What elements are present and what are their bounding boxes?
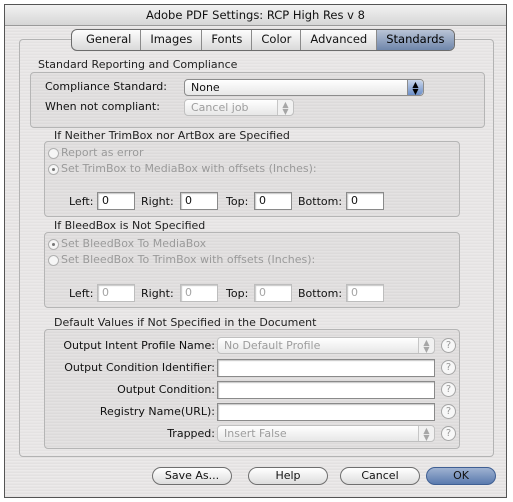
bleedbox-set-trimbox-label: Set BleedBox To TrimBox with offsets (In… xyxy=(61,253,316,266)
output-condition-id-label: Output Condition Identifier: xyxy=(64,361,215,374)
standards-group: Compliance Standard: None ▲ ▼ When not co… xyxy=(30,72,485,128)
compliance-standard-popup[interactable]: None ▲ ▼ xyxy=(184,79,424,96)
help-icon[interactable]: ? xyxy=(441,338,456,353)
cancel-button[interactable]: Cancel xyxy=(340,467,420,485)
popup-arrows-icon: ▲ ▼ xyxy=(277,100,293,116)
trimbox-set-mediabox-radio[interactable] xyxy=(48,164,59,175)
noncompliant-value: Cancel job xyxy=(191,101,249,114)
bleedbox-set-trimbox-radio[interactable] xyxy=(48,255,59,266)
defaults-group: Output Intent Profile Name: No Default P… xyxy=(44,329,460,449)
registry-name-label: Registry Name(URL): xyxy=(99,405,215,418)
help-icon[interactable]: ? xyxy=(441,404,456,419)
output-condition-id-field[interactable] xyxy=(217,359,435,377)
registry-name-field[interactable] xyxy=(217,403,435,421)
tab-images[interactable]: Images xyxy=(140,30,201,50)
help-icon[interactable]: ? xyxy=(441,382,456,397)
help-icon[interactable]: ? xyxy=(441,426,456,441)
ok-button[interactable]: OK xyxy=(426,467,496,485)
trimbox-left-field[interactable]: 0 xyxy=(97,192,135,210)
compliance-standard-value: None xyxy=(191,81,220,94)
standards-panel: Standard Reporting and Compliance Compli… xyxy=(19,39,494,457)
tab-color[interactable]: Color xyxy=(251,30,300,50)
bleedbox-top-field[interactable]: 0 xyxy=(254,284,292,302)
tab-bar: General Images Fonts Color Advanced Stan… xyxy=(71,29,455,51)
trimbox-report-error-radio[interactable] xyxy=(48,148,59,159)
trimbox-bottom-field[interactable]: 0 xyxy=(346,192,384,210)
bleedbox-set-mediabox-radio[interactable] xyxy=(48,239,59,250)
trimbox-report-error-label: Report as error xyxy=(61,146,144,159)
pdf-settings-dialog: Adobe PDF Settings: RCP High Res v 8 Sta… xyxy=(4,4,507,498)
trimbox-set-mediabox-label: Set TrimBox to MediaBox with offsets (In… xyxy=(61,162,317,175)
trimbox-top-field[interactable]: 0 xyxy=(254,192,292,210)
bleedbox-bottom-field[interactable]: 0 xyxy=(346,284,384,302)
window-title: Adobe PDF Settings: RCP High Res v 8 xyxy=(5,5,506,26)
bleedbox-set-mediabox-label: Set BleedBox To MediaBox xyxy=(61,237,207,250)
trimbox-left-label: Left: xyxy=(69,195,94,208)
trimbox-bottom-label: Bottom: xyxy=(298,195,343,208)
tab-advanced[interactable]: Advanced xyxy=(300,30,376,50)
trapped-value: Insert False xyxy=(224,427,287,440)
trapped-label: Trapped: xyxy=(167,427,215,440)
trimbox-right-label: Right: xyxy=(141,195,174,208)
section-title-standards: Standard Reporting and Compliance xyxy=(38,58,238,71)
bleedbox-left-field[interactable]: 0 xyxy=(97,284,135,302)
tab-general[interactable]: General xyxy=(72,30,140,50)
bleedbox-bottom-label: Bottom: xyxy=(298,287,343,300)
popup-arrows-icon: ▲ ▼ xyxy=(418,338,434,354)
output-intent-popup[interactable]: No Default Profile ▲ ▼ xyxy=(217,337,435,354)
output-intent-label: Output Intent Profile Name: xyxy=(63,339,215,352)
defaults-title: Default Values if Not Specified in the D… xyxy=(54,316,317,329)
bleedbox-right-field[interactable]: 0 xyxy=(180,284,218,302)
trimbox-group: Report as error Set TrimBox to MediaBox … xyxy=(44,141,460,217)
help-button[interactable]: Help xyxy=(248,467,328,485)
popup-arrows-icon: ▲ ▼ xyxy=(407,80,423,96)
trimbox-right-field[interactable]: 0 xyxy=(180,192,218,210)
noncompliant-label: When not compliant: xyxy=(45,100,160,113)
help-icon[interactable]: ? xyxy=(441,360,456,375)
bleedbox-right-label: Right: xyxy=(141,287,174,300)
trapped-popup[interactable]: Insert False ▲ ▼ xyxy=(217,425,435,442)
bleedbox-title: If BleedBox is Not Specified xyxy=(54,219,206,232)
output-condition-field[interactable] xyxy=(217,381,435,399)
compliance-standard-label: Compliance Standard: xyxy=(45,80,167,93)
save-as-button[interactable]: Save As... xyxy=(152,467,232,485)
bleedbox-group: Set BleedBox To MediaBox Set BleedBox To… xyxy=(44,232,460,308)
bleedbox-left-label: Left: xyxy=(69,287,94,300)
output-intent-value: No Default Profile xyxy=(224,339,321,352)
tab-fonts[interactable]: Fonts xyxy=(201,30,251,50)
tab-standards[interactable]: Standards xyxy=(376,30,454,50)
noncompliant-popup[interactable]: Cancel job ▲ ▼ xyxy=(184,99,294,116)
bleedbox-top-label: Top: xyxy=(226,287,249,300)
output-condition-label: Output Condition: xyxy=(117,383,215,396)
trimbox-top-label: Top: xyxy=(226,195,249,208)
popup-arrows-icon: ▲ ▼ xyxy=(418,426,434,442)
